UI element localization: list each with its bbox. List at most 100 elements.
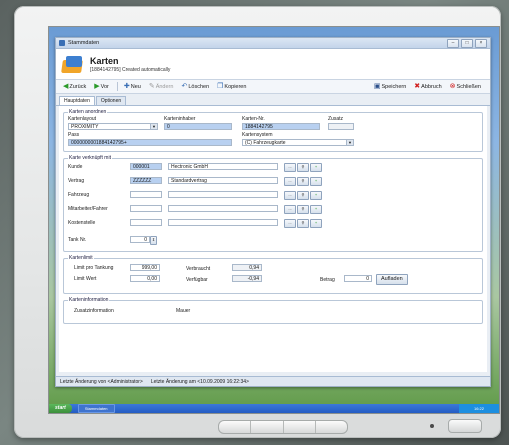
extra-info-value: Mauer xyxy=(176,308,191,314)
last-change-by: Letzte Änderung von <Administrator> xyxy=(60,378,143,385)
add-icon[interactable]: + xyxy=(310,191,322,200)
limit-value-label: Limit Wert xyxy=(74,276,97,282)
tab-optionen[interactable]: Optionen xyxy=(95,96,127,105)
link-label: Fahrzeug xyxy=(68,192,90,198)
search-icon[interactable]: ⚲ xyxy=(297,191,309,200)
link-label: Kunde xyxy=(68,164,83,170)
card-create-group: Karten anordnen Kartenlayout PROXIMITY ▼ … xyxy=(63,109,483,152)
link-name-field[interactable]: Hectronic GmbH xyxy=(168,163,278,170)
tab-strip: Hauptdaten Optionen xyxy=(56,96,490,106)
page-title: Karten xyxy=(90,55,119,66)
link-code-field[interactable] xyxy=(130,219,162,226)
limit-value-field[interactable]: 0,00 xyxy=(130,275,160,282)
edit-icon: ✎ xyxy=(148,83,155,90)
cancel-button[interactable]: ✖ Abbruch xyxy=(411,81,444,92)
per-fuel-label: Limit pro Tankung xyxy=(74,265,114,271)
link-name-field[interactable] xyxy=(168,219,278,226)
back-button[interactable]: ◀ Zurück xyxy=(60,81,89,92)
link-code-field[interactable]: 000001 xyxy=(130,163,162,170)
window-title: Stammdaten xyxy=(68,40,100,46)
delete-label: Löschen xyxy=(188,83,210,90)
link-label: Mitarbeiter/Fahrer xyxy=(68,206,108,212)
arrow-right-icon: ▶ xyxy=(94,83,100,90)
tank-field[interactable]: 0 xyxy=(130,236,150,243)
close-window-button[interactable]: × xyxy=(475,38,487,48)
system-label: Kartensystem xyxy=(242,132,273,138)
minimize-button[interactable]: – xyxy=(447,38,459,48)
power-button[interactable] xyxy=(448,419,482,433)
add-icon[interactable]: + xyxy=(310,177,322,186)
holder-label: Karteninhaber xyxy=(164,116,196,122)
browse-button[interactable]: ... xyxy=(284,177,296,186)
edit-button[interactable]: ✎ Ändern xyxy=(146,81,177,92)
limit-group: Kartenlimit Limit pro Tankung 999,00 Lim… xyxy=(63,255,483,294)
maximize-button[interactable]: □ xyxy=(461,38,473,48)
copy-icon: ❐ xyxy=(217,83,224,90)
add-icon[interactable]: + xyxy=(310,219,322,228)
monitor-menu-buttons[interactable] xyxy=(218,420,348,434)
cardno-label: Karten-Nr. xyxy=(242,116,265,122)
monitor-frame: Stammdaten – □ × Karten [1884142795] Cre… xyxy=(14,6,501,438)
tank-label: Tank Nr. xyxy=(68,237,87,243)
amount-field[interactable]: 0 xyxy=(344,275,372,282)
close-label: Schließen xyxy=(456,83,481,90)
delete-button[interactable]: ↶ Löschen xyxy=(178,81,212,92)
close-icon: ⊗ xyxy=(449,83,456,90)
system-value: (C) Fahrzeugkarte xyxy=(245,140,286,146)
save-button[interactable]: ▣ Speichern xyxy=(371,81,409,92)
search-icon[interactable]: ⚲ xyxy=(297,219,309,228)
browse-button[interactable]: ... xyxy=(284,205,296,214)
browse-button[interactable]: ... xyxy=(284,191,296,200)
new-icon: ✚ xyxy=(123,83,130,90)
links-group: Karte verknüpft mit Kunde 000001 Hectronic… xyxy=(63,155,483,252)
available-label: Verfügbar xyxy=(186,277,208,283)
tank-spinner[interactable]: ⇕ xyxy=(150,236,157,245)
per-fuel-field[interactable]: 999,00 xyxy=(130,264,160,271)
new-label: Neu xyxy=(130,83,141,90)
info-group: Karteninformation Zusatzinformation Maue… xyxy=(63,297,483,324)
link-name-field[interactable]: Standardvertrag xyxy=(168,177,278,184)
layout-label: Kartenlayout xyxy=(68,116,97,122)
page-subtitle: [1884142795] Created automatically xyxy=(90,66,171,73)
window-titlebar: Stammdaten – □ × xyxy=(56,38,490,49)
info-legend: Karteninformation xyxy=(68,297,110,303)
monitor-bezel-controls xyxy=(48,412,498,440)
add-icon[interactable]: + xyxy=(310,163,322,172)
link-name-field[interactable] xyxy=(168,191,278,198)
search-icon[interactable]: ⚲ xyxy=(297,205,309,214)
tab-hauptdaten[interactable]: Hauptdaten xyxy=(59,96,95,105)
search-icon[interactable]: ⚲ xyxy=(297,163,309,172)
links-legend: Karte verknüpft mit xyxy=(68,155,112,161)
link-label: Kostenstelle xyxy=(68,220,96,226)
cancel-icon: ✖ xyxy=(414,83,421,90)
extra-field[interactable] xyxy=(328,123,354,130)
add-icon[interactable]: + xyxy=(310,205,322,214)
forward-label: Vor xyxy=(100,83,109,90)
link-name-field[interactable] xyxy=(168,205,278,212)
browse-button[interactable]: ... xyxy=(284,219,296,228)
extra-info-label: Zusatzinformation xyxy=(74,308,114,314)
browse-button[interactable]: ... xyxy=(284,163,296,172)
arrow-left-icon: ◀ xyxy=(63,83,69,90)
forward-button[interactable]: ▶ Vor xyxy=(91,81,112,92)
power-led-icon xyxy=(430,424,434,428)
save-icon: ▣ xyxy=(373,83,381,90)
last-change-at: Letzte Änderung am <10.09.2009 16:22:34> xyxy=(150,378,249,385)
layout-select[interactable]: PROXIMITY ▼ xyxy=(68,123,158,130)
charge-button[interactable]: Aufladen xyxy=(376,274,408,285)
system-select[interactable]: (C) Fahrzeugkarte ▼ xyxy=(242,139,354,146)
pass-label: Pass xyxy=(68,132,80,138)
chevron-down-icon: ▼ xyxy=(150,124,157,129)
holder-field[interactable]: 0 xyxy=(164,123,232,130)
search-icon[interactable]: ⚲ xyxy=(297,177,309,186)
pass-field[interactable]: 0000000001884142795+ xyxy=(68,139,232,146)
new-button[interactable]: ✚ Neu xyxy=(121,81,144,92)
save-label: Speichern xyxy=(381,83,407,90)
screen: Stammdaten – □ × Karten [1884142795] Cre… xyxy=(48,26,500,414)
copy-button[interactable]: ❐ Kopieren xyxy=(214,81,249,92)
close-button[interactable]: ⊗ Schließen xyxy=(447,81,484,92)
link-code-field[interactable]: ZZZZZZ xyxy=(130,177,162,184)
link-code-field[interactable] xyxy=(130,191,162,198)
link-code-field[interactable] xyxy=(130,205,162,212)
cardno-field[interactable]: 1884142795 xyxy=(242,123,320,130)
